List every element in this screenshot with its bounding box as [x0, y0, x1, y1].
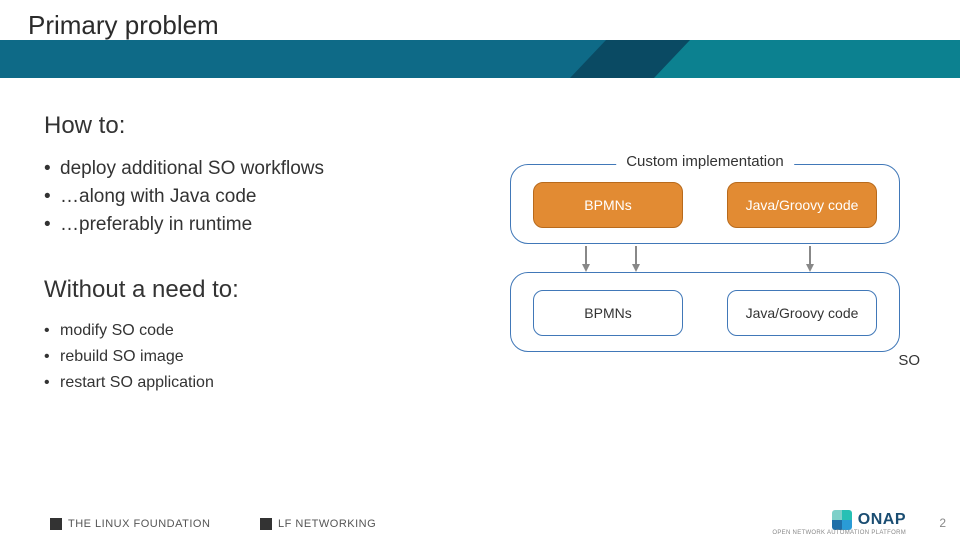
without-list: modify SO code rebuild SO image restart …: [44, 322, 474, 392]
howto-heading: How to:: [44, 112, 474, 140]
list-item: rebuild SO image: [44, 348, 474, 366]
box-bpmns-so: BPMNs: [533, 290, 683, 336]
lf-networking-text: LF NETWORKING: [278, 518, 376, 530]
so-label: SO: [894, 352, 924, 369]
onap-text: ONAP: [858, 511, 906, 529]
list-item: deploy additional SO workflows: [44, 158, 474, 180]
slide: Primary problem How to: deploy additiona…: [0, 0, 960, 540]
list-item: modify SO code: [44, 322, 474, 340]
without-heading: Without a need to:: [44, 276, 474, 304]
box-bpmns-custom: BPMNs: [533, 182, 683, 228]
logo-mark-icon: [260, 518, 272, 530]
onap-logo: ONAP: [832, 510, 906, 530]
box-java-groovy-so: Java/Groovy code: [727, 290, 877, 336]
diagram: Custom implementation BPMNs Java/Groovy …: [510, 164, 930, 394]
linux-foundation-logo: THE LINUX FOUNDATION: [50, 518, 210, 530]
arrow-down-icon: [806, 264, 814, 272]
logo-mark-icon: [50, 518, 62, 530]
arrow-down-icon: [632, 264, 640, 272]
list-item: …preferably in runtime: [44, 214, 474, 236]
custom-implementation-group: Custom implementation BPMNs Java/Groovy …: [510, 164, 900, 244]
howto-list: deploy additional SO workflows …along wi…: [44, 158, 474, 236]
custom-implementation-label: Custom implementation: [616, 153, 794, 170]
linux-foundation-text: THE LINUX FOUNDATION: [68, 518, 210, 530]
page-number: 2: [939, 516, 946, 530]
onap-mark-icon: [832, 510, 852, 530]
box-java-groovy-custom: Java/Groovy code: [727, 182, 877, 228]
list-item: …along with Java code: [44, 186, 474, 208]
footer: THE LINUX FOUNDATION LF NETWORKING ONAP …: [0, 498, 960, 540]
onap-subtitle: OPEN NETWORK AUTOMATION PLATFORM: [772, 530, 906, 536]
so-group: BPMNs Java/Groovy code: [510, 272, 900, 352]
arrow-down-icon: [582, 264, 590, 272]
list-item: restart SO application: [44, 374, 474, 392]
lf-networking-logo: LF NETWORKING: [260, 518, 376, 530]
left-column: How to: deploy additional SO workflows ……: [44, 112, 474, 400]
page-title: Primary problem: [28, 10, 219, 41]
